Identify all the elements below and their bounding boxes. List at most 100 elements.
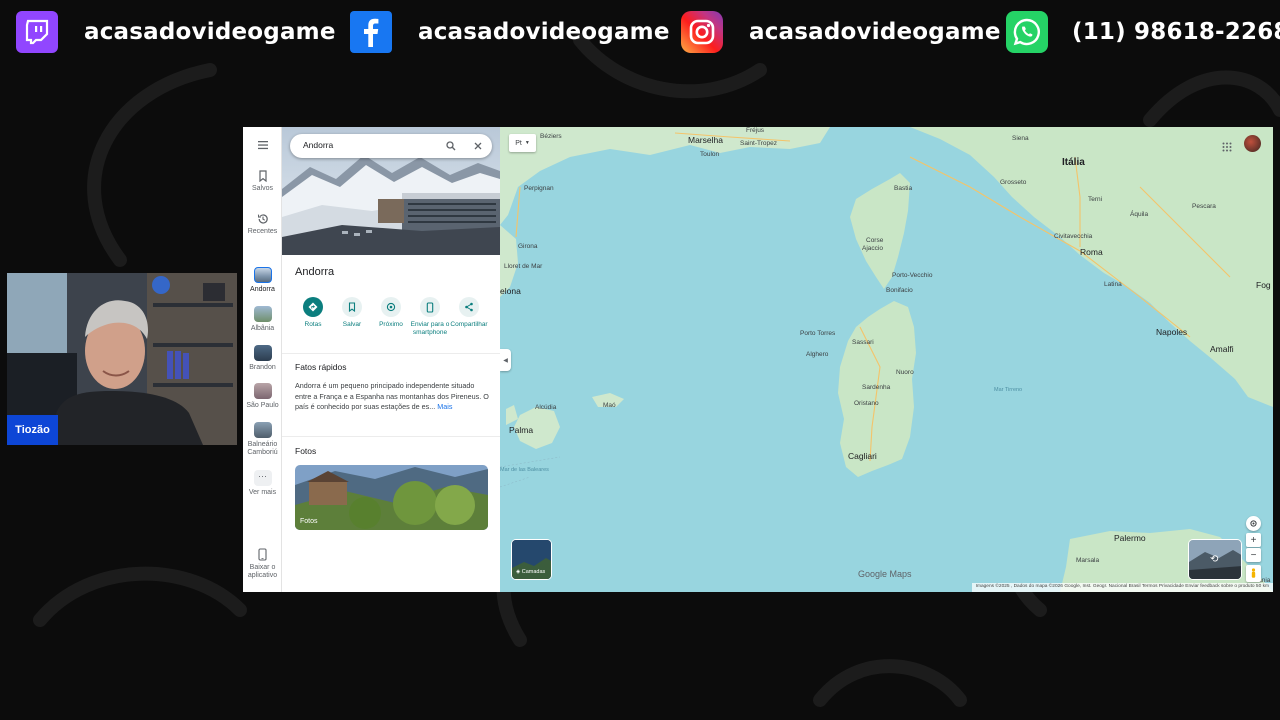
social-instagram: acasadovideogame [681, 10, 1001, 54]
map-label-italia: Itália [1062, 157, 1085, 168]
collapse-panel-button[interactable]: ◀ [500, 349, 511, 371]
minus-icon: − [1250, 549, 1257, 561]
place-hero-photo[interactable]: Andorra [282, 127, 500, 255]
map-label-civitavecchia: Civitavecchia [1054, 233, 1093, 240]
layers-label: ◈ Camadas [516, 569, 546, 575]
close-icon[interactable] [474, 142, 482, 150]
divider [282, 353, 500, 354]
phone-icon [426, 301, 434, 313]
map-label-porto-torres: Porto Torres [800, 330, 836, 337]
stream-overlay: acasadovideogame acasadovideogame acasad… [0, 0, 1280, 720]
share-button[interactable]: Compartilhar [446, 297, 492, 329]
rail-saved-button[interactable]: Salvos [243, 170, 282, 193]
map-label-alghero: Alghero [806, 351, 829, 358]
sao-paulo-thumbnail [253, 383, 272, 399]
rail-history-brandon[interactable]: Brandon [243, 345, 282, 372]
search-input[interactable]: Andorra [303, 140, 333, 150]
place-panel: Andorra Andorra Rotas Salvar Próximo Env… [282, 127, 500, 592]
layers-label-text: Camadas [521, 569, 546, 575]
apps-grid-icon[interactable] [1222, 139, 1232, 157]
map-label-bonifacio: Bonifacio [886, 287, 913, 294]
map-label-frejus: Fréjus [746, 127, 765, 134]
map-label-barcelona: elona [500, 286, 521, 296]
map-label-mar-tirreno: Mar Tirreno [994, 387, 1023, 393]
country-switch-label: Pt [515, 139, 522, 147]
menu-button[interactable] [243, 140, 282, 153]
map-label-oristano: Oristano [854, 400, 879, 407]
history-icon [257, 214, 268, 224]
phone-icon [258, 548, 267, 561]
place-description: Andorra é um pequeno principado independ… [295, 381, 491, 413]
map-label-aquila: Áquila [1130, 211, 1149, 218]
place-title: Andorra [295, 266, 335, 278]
map-label-amalfi: Amalfi [1210, 344, 1234, 354]
quick-facts-heading: Fatos rápidos [295, 362, 347, 372]
map-label-palermo: Palermo [1114, 533, 1146, 543]
zoom-out-button[interactable]: − [1246, 548, 1261, 562]
map-label-cagliari: Cagliari [848, 451, 877, 461]
map-label-alcudia: Alcúdia [535, 404, 557, 411]
map-label-grosseto: Grosseto [1000, 179, 1027, 186]
map-label-siena: Siena [1012, 135, 1029, 142]
social-whatsapp: (11) 98618-2268 [1006, 10, 1280, 54]
balneario-thumbnail [253, 422, 272, 438]
map-label-ajaccio: Ajaccio [862, 245, 883, 252]
photos-tile[interactable]: Fotos [295, 465, 488, 530]
rail-download-app[interactable]: Baixar o aplicativo [243, 548, 282, 580]
map-label-bastia: Bastia [894, 185, 913, 192]
pegman-icon [1251, 567, 1256, 578]
rail-download-label: Baixar o aplicativo [247, 564, 278, 579]
my-location-button[interactable] [1246, 516, 1261, 531]
facebook-icon [350, 11, 392, 53]
whatsapp-number: (11) 98618-2268 [1072, 19, 1280, 45]
whatsapp-icon [1006, 11, 1048, 53]
place-actions: Rotas Salvar Próximo Enviar para o smart… [282, 297, 500, 352]
map-label-foggia: Fog [1256, 280, 1271, 290]
webcam-feed: Tiozão [7, 273, 237, 445]
google-maps-logo: Google Maps [858, 569, 912, 579]
photos-heading: Fotos [295, 446, 317, 456]
account-avatar[interactable] [1244, 135, 1261, 152]
country-switch-button[interactable]: Pt ▼ [509, 134, 536, 152]
rail-more-button[interactable]: ··· Ver mais [243, 470, 282, 497]
map-label-terni: Terni [1088, 196, 1103, 203]
divider [282, 436, 500, 437]
andorra-thumbnail [253, 267, 272, 283]
map-label-corse: Corse [866, 237, 884, 244]
rail-history-balneario[interactable]: Balneário Camboriú [243, 422, 282, 457]
map-attribution[interactable]: Imagens ©2025 , Dados do mapa ©2026 Goog… [971, 583, 1273, 592]
streetview-preview[interactable]: ⟲ [1188, 539, 1242, 580]
rail-recent-button[interactable]: Recentes [243, 213, 282, 236]
map-label-sassari: Sassari [852, 339, 874, 346]
social-twitch: acasadovideogame [16, 10, 336, 54]
search-icon[interactable] [446, 141, 456, 151]
bookmark-icon [348, 302, 356, 312]
share-label: Compartilhar [450, 321, 488, 328]
facebook-handle: acasadovideogame [418, 19, 670, 45]
layers-button[interactable]: ◈ Camadas [511, 539, 552, 580]
map-label-mao: Maó [603, 402, 616, 409]
map-label-nuoro: Nuoro [896, 369, 914, 376]
nearby-label: Próximo [379, 321, 403, 328]
pegman-button[interactable] [1246, 565, 1261, 582]
search-box[interactable]: Andorra [290, 134, 492, 158]
description-text: Andorra é um pequeno principado independ… [295, 381, 489, 411]
map-canvas[interactable]: Itália Siena Grosseto Terni Pescara Áqui… [500, 127, 1273, 592]
rail-history-albania[interactable]: Albânia [243, 306, 282, 333]
map-label-pescara: Pescara [1192, 203, 1216, 210]
map-landmass [500, 127, 1273, 592]
zoom-in-button[interactable]: + [1246, 533, 1261, 547]
more-link[interactable]: Mais [437, 402, 452, 411]
map-label-mar-baleares: Mar de las Baleares [500, 467, 549, 473]
rail-history-label: Andorra [250, 286, 275, 293]
instagram-handle: acasadovideogame [749, 19, 1001, 45]
map-label-sardegna: Sardenha [862, 384, 891, 391]
map-label-marsala: Marsala [1076, 557, 1100, 564]
map-label-perpignan: Perpignan [524, 185, 554, 192]
rotate-icon: ⟲ [1210, 554, 1219, 565]
chevron-down-icon: ▼ [524, 140, 530, 146]
bookmark-icon [258, 170, 267, 182]
rail-history-sao-paulo[interactable]: São Paulo [243, 383, 282, 410]
twitch-handle: acasadovideogame [84, 19, 336, 45]
rail-history-andorra[interactable]: Andorra [243, 267, 282, 294]
